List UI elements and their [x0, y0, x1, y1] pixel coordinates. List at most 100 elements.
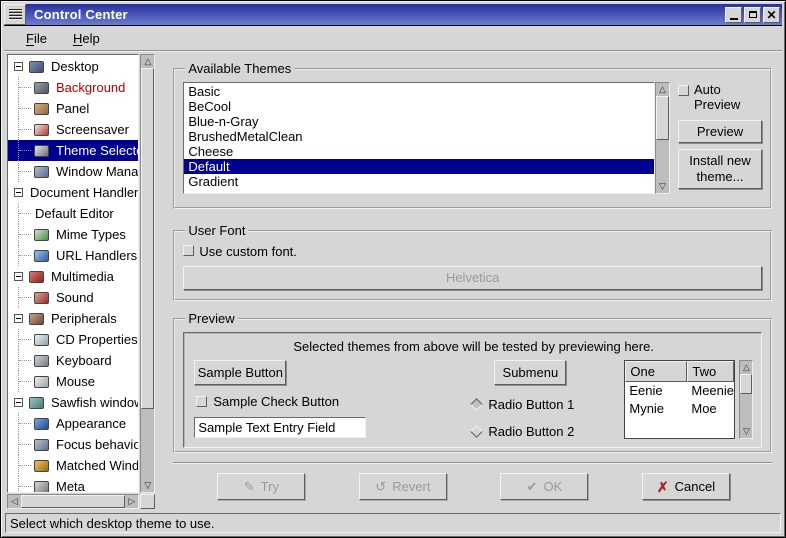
- install-new-theme-button[interactable]: Install new theme...: [678, 149, 762, 189]
- sawfish-window-manager-icon: [29, 397, 44, 409]
- tree-horizontal-scrollbar[interactable]: ◁ ▷: [7, 494, 139, 509]
- tree-item-keyboard[interactable]: Keyboard: [8, 350, 138, 371]
- maximize-icon: [749, 11, 757, 18]
- sample-text-entry[interactable]: [194, 417, 366, 438]
- scroll-left-icon[interactable]: ◁: [8, 495, 21, 508]
- tree-vertical-scrollbar[interactable]: △ ▽: [140, 54, 155, 493]
- menu-file[interactable]: File: [16, 28, 57, 49]
- tree-item-focus-behavior[interactable]: Focus behavior: [8, 434, 138, 455]
- tree-hscroll-thumb[interactable]: [21, 495, 125, 508]
- title-area[interactable]: Control Center: [26, 4, 723, 25]
- sample-check-label: Sample Check Button: [213, 394, 339, 409]
- tree-item-window-manager[interactable]: Window Manager: [8, 161, 138, 182]
- radio-button-1[interactable]: Radio Button 1: [472, 397, 624, 412]
- scroll-up-icon[interactable]: △: [141, 55, 154, 68]
- scroll-up-icon[interactable]: △: [740, 361, 753, 374]
- tree-item-sawfish-window-manager[interactable]: Sawfish window manager: [8, 392, 138, 413]
- tree-item-appearance[interactable]: Appearance: [8, 413, 138, 434]
- tree-item-screensaver[interactable]: Screensaver: [8, 119, 138, 140]
- preview-caption: Selected themes from above will be teste…: [194, 339, 753, 354]
- auto-preview-checkbox[interactable]: Auto Preview: [678, 82, 762, 112]
- menu-help[interactable]: Help: [63, 28, 110, 49]
- tree-item-document-handlers[interactable]: Document Handlers: [8, 182, 138, 203]
- tree-item-matched-windows[interactable]: Matched Windows: [8, 455, 138, 476]
- tree-item-label: Sound: [53, 290, 97, 305]
- window-menu-button[interactable]: [4, 4, 26, 25]
- table-row[interactable]: EenieMeenie: [625, 382, 734, 400]
- table-row[interactable]: MynieMoe: [625, 400, 734, 418]
- scroll-up-icon[interactable]: △: [656, 83, 669, 96]
- themes-scrollbar[interactable]: △ ▽: [655, 82, 670, 194]
- tree-item-desktop[interactable]: Desktop: [8, 56, 138, 77]
- close-icon: ✕: [766, 9, 776, 21]
- auto-preview-label: Auto Preview: [694, 82, 762, 112]
- close-button[interactable]: ✕: [763, 7, 780, 23]
- menubar: File Help: [4, 26, 782, 51]
- expander-icon[interactable]: [14, 398, 23, 407]
- mime-types-icon: [34, 229, 49, 241]
- expander-icon[interactable]: [14, 188, 23, 197]
- tree-item-multimedia[interactable]: Multimedia: [8, 266, 138, 287]
- themes-scroll-thumb[interactable]: [656, 96, 669, 140]
- theme-item-basic[interactable]: Basic: [184, 84, 654, 99]
- use-custom-font-checkbox[interactable]: Use custom font.: [183, 244, 762, 259]
- radio-button-2[interactable]: Radio Button 2: [472, 424, 624, 439]
- table-scroll-trough[interactable]: [740, 394, 752, 425]
- font-name-button[interactable]: Helvetica: [183, 266, 762, 290]
- expander-icon[interactable]: [14, 62, 23, 71]
- theme-item-becool[interactable]: BeCool: [184, 99, 654, 114]
- tree-item-peripherals[interactable]: Peripherals: [8, 308, 138, 329]
- expander-icon[interactable]: [14, 272, 23, 281]
- preview-button[interactable]: Preview: [678, 120, 762, 143]
- tree-item-mime-types[interactable]: Mime Types: [8, 224, 138, 245]
- themes-scroll-trough[interactable]: [656, 140, 669, 180]
- minimize-button[interactable]: [725, 7, 742, 23]
- tree-item-panel[interactable]: Panel: [8, 98, 138, 119]
- table-scroll-thumb[interactable]: [740, 374, 752, 394]
- tree-vscroll-thumb[interactable]: [141, 68, 154, 409]
- category-tree: DesktopBackgroundPanelScreensaverTheme S…: [7, 54, 139, 493]
- tree-item-label: Document Handlers: [27, 185, 139, 200]
- status-text: Select which desktop theme to use.: [10, 516, 215, 531]
- theme-item-gradient[interactable]: Gradient: [184, 174, 654, 189]
- tree-item-meta[interactable]: Meta: [8, 476, 138, 493]
- tree-guide-line: [18, 224, 32, 245]
- tree-guide-line: [18, 455, 32, 476]
- tree-guide-line: [18, 434, 32, 455]
- radio-icon: [470, 398, 483, 411]
- scroll-right-icon[interactable]: ▷: [125, 495, 138, 508]
- tree-item-cd-properties[interactable]: CD Properties: [8, 329, 138, 350]
- expander-icon[interactable]: [14, 314, 23, 323]
- tree-guide-line: [18, 350, 32, 371]
- sound-icon: [34, 292, 49, 304]
- cancel-button[interactable]: ✗ Cancel: [642, 473, 730, 500]
- table-scrollbar[interactable]: △ ▽: [739, 360, 753, 439]
- tree-item-sound[interactable]: Sound: [8, 287, 138, 308]
- tree-item-background[interactable]: Background: [8, 77, 138, 98]
- theme-item-blue-n-gray[interactable]: Blue-n-Gray: [184, 114, 654, 129]
- table-header-two[interactable]: Two: [687, 361, 734, 382]
- tree-item-theme-selector[interactable]: Theme Selector: [8, 140, 138, 161]
- revert-button[interactable]: ↺ Revert: [359, 473, 447, 500]
- scroll-down-icon[interactable]: ▽: [141, 479, 154, 492]
- maximize-button[interactable]: [744, 7, 761, 23]
- tree-guide-line: [18, 371, 32, 392]
- sample-check-button[interactable]: Sample Check Button: [196, 394, 472, 409]
- table-header-one[interactable]: One: [625, 361, 687, 382]
- theme-item-default[interactable]: Default: [184, 159, 654, 174]
- tree-item-url-handlers[interactable]: URL Handlers: [8, 245, 138, 266]
- submenu-button[interactable]: Submenu: [494, 360, 566, 385]
- scroll-down-icon[interactable]: ▽: [740, 425, 753, 438]
- tree-item-mouse[interactable]: Mouse: [8, 371, 138, 392]
- scroll-down-icon[interactable]: ▽: [656, 180, 669, 193]
- tree-item-default-editor[interactable]: Default Editor: [8, 203, 138, 224]
- window-manager-icon: [34, 166, 49, 178]
- sample-table: OneTwo EenieMeenieMynieMoe: [624, 360, 735, 439]
- tree-vscroll-trough[interactable]: [141, 409, 154, 479]
- theme-item-cheese[interactable]: Cheese: [184, 144, 654, 159]
- main-content: DesktopBackgroundPanelScreensaverTheme S…: [4, 51, 782, 511]
- ok-button[interactable]: ✔ OK: [500, 473, 588, 500]
- sample-button[interactable]: Sample Button: [194, 360, 286, 385]
- try-button[interactable]: ✎ Try: [217, 473, 305, 500]
- theme-item-brushedmetalclean[interactable]: BrushedMetalClean: [184, 129, 654, 144]
